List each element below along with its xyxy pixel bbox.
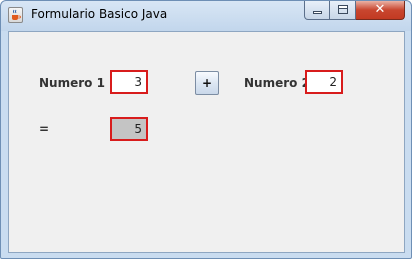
result-field[interactable]: 5: [110, 117, 148, 141]
numero1-label: Numero 1: [39, 76, 105, 90]
app-window: Formulario Basico Java ✕ Numero 1 3 + Nu…: [0, 0, 412, 259]
maximize-button[interactable]: [330, 1, 356, 20]
numero2-input[interactable]: 2: [305, 70, 343, 94]
window-controls: ✕: [304, 1, 405, 21]
numero2-label: Numero 2: [244, 76, 310, 90]
numero1-input[interactable]: 3: [110, 70, 148, 94]
equals-label: =: [39, 122, 50, 136]
maximize-icon: [338, 5, 348, 14]
add-button[interactable]: +: [195, 71, 219, 95]
close-icon: ✕: [374, 2, 386, 17]
title-bar[interactable]: Formulario Basico Java ✕: [1, 1, 411, 30]
form-panel: Numero 1 3 + Numero 2 2 = 5: [8, 31, 405, 253]
minimize-button[interactable]: [304, 1, 330, 20]
window-title: Formulario Basico Java: [31, 7, 168, 21]
close-button[interactable]: ✕: [356, 1, 405, 20]
java-coffee-icon[interactable]: [8, 7, 23, 23]
minimize-icon: [313, 11, 322, 14]
